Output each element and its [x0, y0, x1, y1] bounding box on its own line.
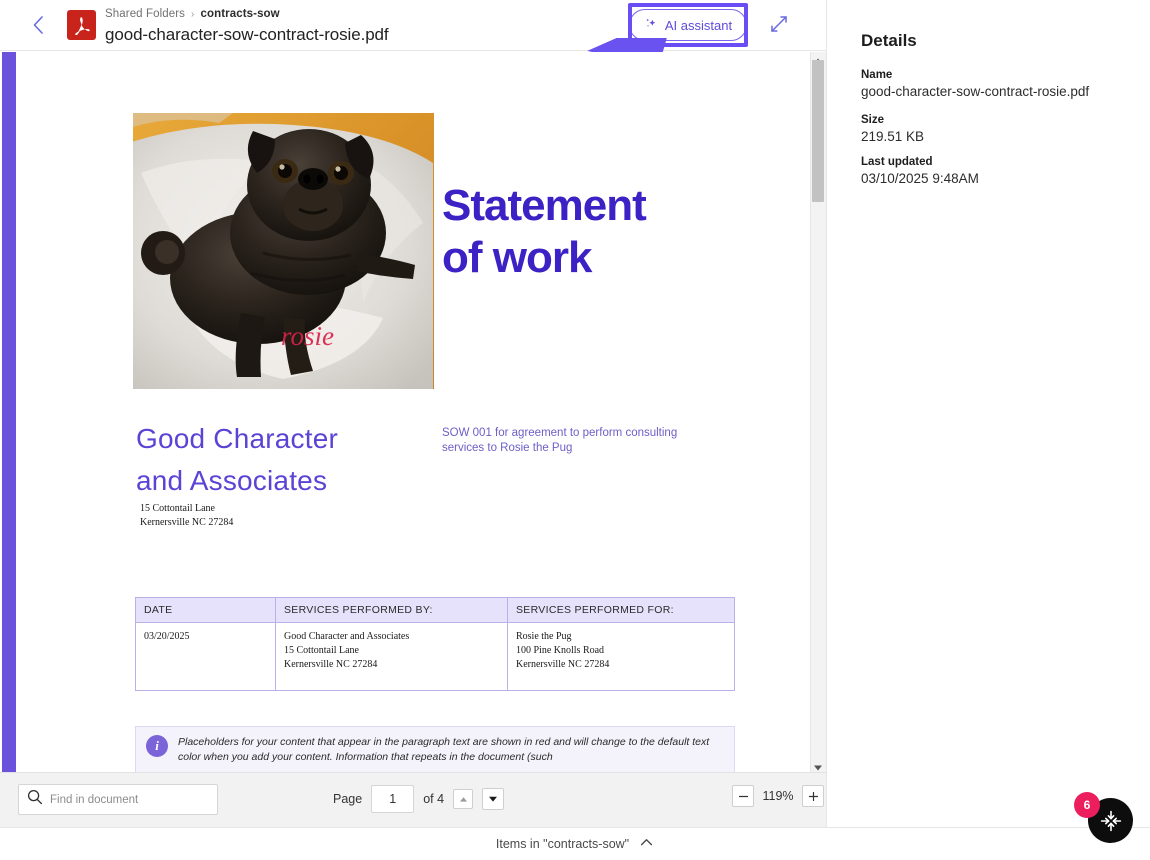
performed-by-line2: 15 Cottontail Lane	[284, 645, 359, 656]
last-updated-value: 03/10/2025 9:48AM	[861, 171, 979, 186]
info-icon: i	[146, 735, 168, 757]
size-label: Size	[861, 114, 885, 126]
scroll-down-icon[interactable]	[813, 760, 823, 771]
details-panel: Details Name good-character-sow-contract…	[826, 0, 1150, 827]
document-heading-line1: Statement	[442, 181, 647, 230]
ai-assistant-button[interactable]: AI assistant	[629, 9, 747, 41]
sparkle-icon	[644, 17, 658, 34]
viewer-bottom-toolbar: Page of 4 119%	[0, 772, 826, 827]
document-scrollbar-thumb[interactable]	[812, 60, 824, 202]
page-number-input[interactable]	[371, 785, 415, 813]
items-strip-label: Items in "contracts-sow"	[495, 837, 630, 851]
page-total-label: of 4	[423, 792, 445, 806]
performed-by-line3: Kernersville NC 27284	[284, 659, 378, 670]
name-label: Name	[861, 69, 893, 81]
size-value: 219.51 KB	[861, 129, 925, 144]
table-header-performed-for: SERVICES PERFORMED FOR:	[507, 597, 735, 623]
breadcrumb-separator: ›	[191, 8, 195, 20]
svg-text:rosie: rosie	[281, 321, 334, 351]
document-scroll-area[interactable]: rosie Statement of work Good Character a…	[16, 52, 810, 772]
zoom-out-button[interactable]	[732, 785, 754, 807]
company-address-line2: Kernersville NC 27284	[140, 517, 234, 528]
performed-for-line2: 100 Pine Knolls Road	[516, 645, 605, 656]
page-navigation-group: Page of 4	[333, 785, 505, 813]
company-address-line1: 15 Cottontail Lane	[140, 503, 215, 514]
previous-page-button[interactable]	[453, 789, 474, 809]
chevron-left-icon[interactable]	[27, 13, 51, 37]
detail-field-size: Size 219.51 KB	[861, 114, 1123, 144]
info-callout: i Placeholders for your content that app…	[135, 726, 735, 772]
details-panel-title: Details	[861, 31, 917, 50]
viewer-topbar: Shared Folders › contracts-sow good-char…	[0, 0, 826, 51]
last-updated-label: Last updated	[861, 156, 933, 168]
next-page-button[interactable]	[482, 788, 505, 810]
cell-performed-by: Good Character and Associates 15 Cottont…	[275, 622, 508, 691]
rosie-the-pug-photo: rosie	[133, 113, 434, 389]
performed-for-line3: Kernersville NC 27284	[516, 659, 610, 670]
performed-for-line1: Rosie the Pug	[516, 631, 572, 642]
zoom-level-label: 119%	[762, 789, 794, 803]
left-accent-rail	[2, 52, 16, 772]
search-icon	[27, 789, 43, 810]
services-table: DATE SERVICES PERFORMED BY: SERVICES PER…	[135, 597, 735, 691]
company-name-line1: Good Character	[136, 423, 339, 454]
support-widget-badge: 6	[1074, 792, 1100, 818]
breadcrumb: Shared Folders › contracts-sow	[105, 8, 280, 20]
cell-performed-for: Rosie the Pug 100 Pine Knolls Road Kerne…	[507, 622, 735, 691]
table-header-date: DATE	[135, 597, 276, 623]
detail-field-name: Name good-character-sow-contract-rosie.p…	[861, 69, 1123, 99]
expand-diagonal-icon[interactable]	[766, 11, 792, 37]
app-root: Shared Folders › contracts-sow good-char…	[0, 0, 1150, 860]
document-heading-line2: of work	[442, 233, 592, 282]
detail-field-last-updated: Last updated 03/10/2025 9:48AM	[861, 156, 1123, 186]
table-header-performed-by: SERVICES PERFORMED BY:	[275, 597, 508, 623]
zoom-controls: 119%	[732, 785, 824, 807]
items-in-folder-strip[interactable]: Items in "contracts-sow"	[0, 827, 1150, 860]
pdf-viewer-pane: Shared Folders › contracts-sow good-char…	[0, 0, 826, 860]
table-row: 03/20/2025 Good Character and Associates…	[135, 622, 735, 691]
search-input[interactable]	[50, 793, 209, 806]
document-subtitle: SOW 001 for agreement to perform consult…	[442, 427, 678, 454]
document-heading: Statement of work	[442, 180, 772, 284]
zoom-in-button[interactable]	[802, 785, 824, 807]
chevron-up-icon[interactable]	[639, 835, 654, 853]
page-label: Page	[333, 792, 363, 806]
find-in-document-box[interactable]	[18, 784, 218, 815]
company-name: Good Character and Associates	[136, 418, 436, 502]
info-callout-text: Placeholders for your content that appea…	[178, 736, 710, 763]
adobe-pdf-icon	[67, 10, 96, 40]
ai-assistant-label: AI assistant	[664, 17, 733, 33]
performed-by-line1: Good Character and Associates	[284, 631, 410, 642]
breadcrumb-root[interactable]: Shared Folders	[105, 8, 185, 20]
page-title: good-character-sow-contract-rosie.pdf	[105, 25, 389, 44]
company-name-line2: and Associates	[136, 465, 328, 496]
table-header-row: DATE SERVICES PERFORMED BY: SERVICES PER…	[135, 597, 735, 623]
pdf-page-1: rosie Statement of work Good Character a…	[16, 52, 810, 772]
cell-date: 03/20/2025	[135, 622, 276, 691]
company-address: 15 Cottontail Lane Kernersville NC 27284	[140, 502, 233, 530]
breadcrumb-current[interactable]: contracts-sow	[200, 8, 279, 20]
name-value: good-character-sow-contract-rosie.pdf	[861, 84, 1090, 99]
